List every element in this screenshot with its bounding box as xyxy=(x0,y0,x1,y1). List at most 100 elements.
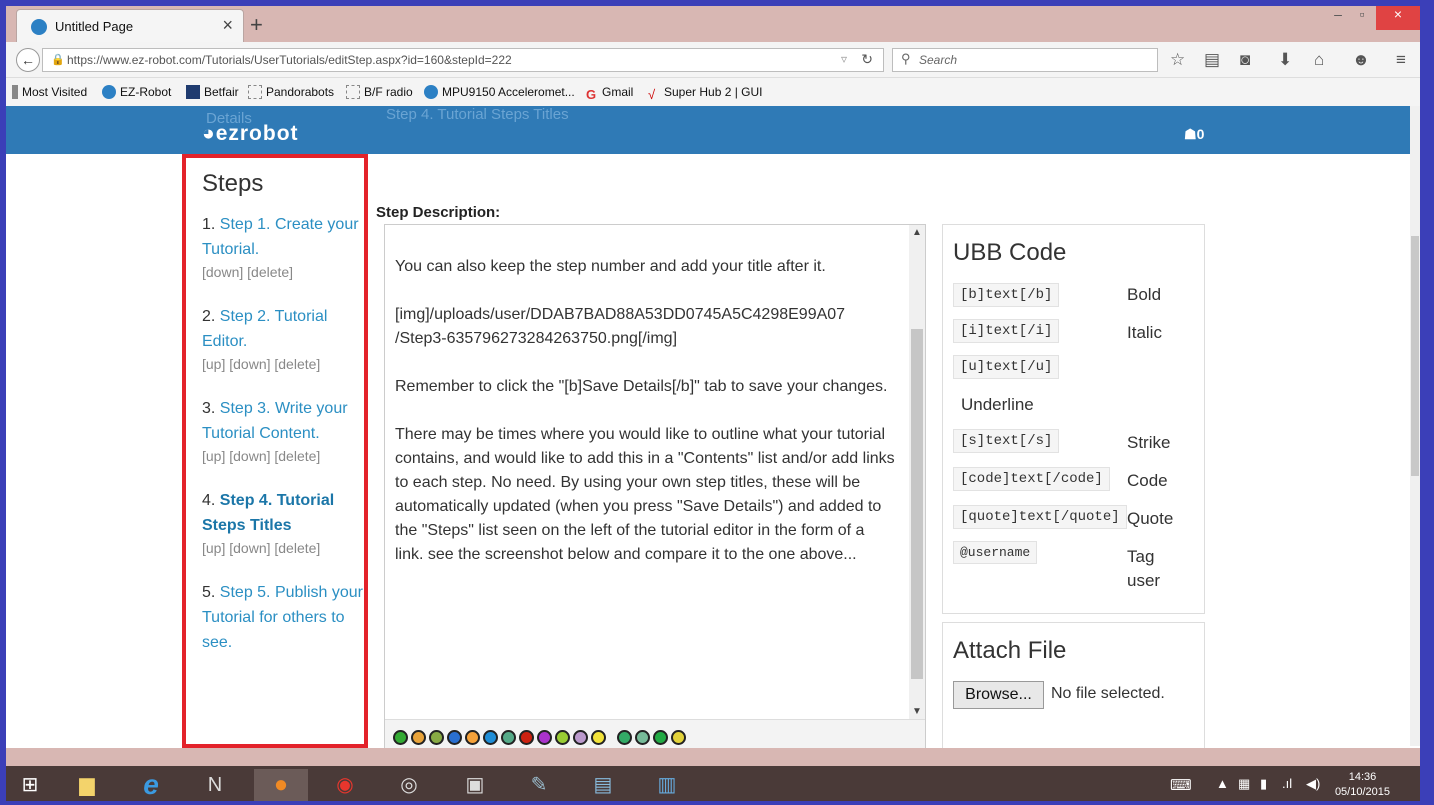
emoticon-icon[interactable] xyxy=(555,730,570,745)
minimize-icon[interactable]: – xyxy=(1328,6,1348,30)
emoticon-icon[interactable] xyxy=(537,730,552,745)
ezrobot-icon xyxy=(102,85,116,99)
bookmark-ez-robot[interactable]: EZ-Robot xyxy=(102,85,171,99)
ubb-label-italic: Italic xyxy=(1127,323,1162,342)
close-tab-icon[interactable]: × xyxy=(222,15,233,36)
step-item-3[interactable]: 3. Step 3. Write your Tutorial Content. xyxy=(202,396,364,446)
ubb-code-tag[interactable]: @username xyxy=(953,541,1038,564)
emoticon-icon[interactable] xyxy=(591,730,606,745)
tab-title: Untitled Page xyxy=(55,19,134,34)
ubb-code-strike[interactable]: [s]text[/s] xyxy=(953,429,1060,453)
site-header: Details Step 4. Tutorial Steps Titles ◕e… xyxy=(6,106,1410,154)
new-tab-icon[interactable]: + xyxy=(250,12,263,38)
maximize-icon[interactable]: ▫ xyxy=(1352,6,1372,30)
keyboard-icon[interactable]: ⌨ xyxy=(1170,776,1192,794)
step-description-text[interactable]: You can also keep the step number and ad… xyxy=(395,255,895,567)
page-scrollbar[interactable] xyxy=(1410,106,1420,746)
terminal-app-icon[interactable]: ▣ xyxy=(448,769,502,801)
menu-icon[interactable]: ≡ xyxy=(1396,50,1406,70)
download-icon[interactable]: ⬇ xyxy=(1278,50,1292,70)
action-center-icon[interactable]: ▦ xyxy=(1238,776,1250,792)
step-controls[interactable]: [down] [delete] xyxy=(202,264,364,280)
wifi-icon[interactable]: .ıl xyxy=(1282,776,1292,791)
chat-icon[interactable]: ☻ xyxy=(1352,50,1370,70)
emoticon-icon[interactable] xyxy=(617,730,632,745)
emoticon-icon[interactable] xyxy=(501,730,516,745)
bookmark-mpu9150[interactable]: MPU9150 Acceleromet... xyxy=(424,85,575,99)
step-controls[interactable]: [up] [down] [delete] xyxy=(202,540,364,556)
step-link[interactable]: Step 4. Tutorial Steps Titles xyxy=(202,492,334,534)
file-explorer-icon[interactable]: ▆ xyxy=(60,769,114,801)
bookmark-bf-radio[interactable]: B/F radio xyxy=(346,85,413,99)
emoticon-icon[interactable] xyxy=(465,730,480,745)
editor-scrollbar[interactable]: ▲ ▼ xyxy=(909,225,925,719)
ubb-code-bold[interactable]: [b]text[/b] xyxy=(953,283,1060,307)
firefox-icon[interactable]: ● xyxy=(254,769,308,801)
ubb-code-code[interactable]: [code]text[/code] xyxy=(953,467,1110,491)
emoticon-icon[interactable] xyxy=(411,730,426,745)
step-item-4[interactable]: 4. Step 4. Tutorial Steps Titles xyxy=(202,488,364,538)
scroll-up-icon[interactable]: ▲ xyxy=(912,227,922,238)
battery-icon[interactable]: ▮ xyxy=(1260,776,1267,792)
bookmark-betfair[interactable]: Betfair xyxy=(186,85,239,99)
step-item-1[interactable]: 1. Step 1. Create your Tutorial. xyxy=(202,212,364,262)
image-app-icon[interactable]: ▤ xyxy=(576,769,630,801)
reading-list-icon[interactable]: ▤ xyxy=(1204,50,1220,70)
google-icon: G xyxy=(586,87,597,102)
cart-icon: ☗ xyxy=(1184,126,1197,142)
browser-tab[interactable]: Untitled Page × xyxy=(16,9,244,42)
step-item-5[interactable]: 5. Step 5. Publish your Tutorial for oth… xyxy=(202,580,364,655)
music-app-icon[interactable]: ◉ xyxy=(318,769,372,801)
app-icon[interactable]: N xyxy=(188,769,242,801)
reload-icon[interactable]: ↻ xyxy=(861,51,873,68)
search-placeholder: Search xyxy=(919,53,958,67)
emoticon-icon[interactable] xyxy=(429,730,444,745)
emoticon-icon[interactable] xyxy=(519,730,534,745)
step-link[interactable]: Step 5. Publish your Tutorial for others… xyxy=(202,584,363,651)
back-icon[interactable]: ← xyxy=(16,48,40,72)
emoticon-icon[interactable] xyxy=(447,730,462,745)
ubb-code-quote[interactable]: [quote]text[/quote] xyxy=(953,505,1127,529)
emoticon-icon[interactable] xyxy=(671,730,686,745)
emoticon-icon[interactable] xyxy=(635,730,650,745)
scrollbar-thumb[interactable] xyxy=(911,329,923,679)
windows-start-icon[interactable]: ⊞ xyxy=(8,769,52,801)
step-link[interactable]: Step 3. Write your Tutorial Content. xyxy=(202,400,348,442)
camera-app-icon[interactable]: ◎ xyxy=(382,769,436,801)
window-app-icon[interactable]: ▥ xyxy=(640,769,694,801)
scrollbar-thumb[interactable] xyxy=(1411,236,1419,476)
step-controls[interactable]: [up] [down] [delete] xyxy=(202,448,364,464)
url-bar[interactable]: 🔒 https://www.ez-robot.com/Tutorials/Use… xyxy=(42,48,884,72)
bookmark-gmail[interactable]: G Gmail xyxy=(586,85,633,102)
ubb-code-underline[interactable]: [u]text[/u] xyxy=(953,355,1060,379)
step-link[interactable]: Step 1. Create your Tutorial. xyxy=(202,216,359,258)
volume-icon[interactable]: ◀) xyxy=(1306,776,1320,792)
chevron-down-icon[interactable]: ▿ xyxy=(841,52,847,66)
scroll-down-icon[interactable]: ▼ xyxy=(912,706,922,717)
emoticon-icon[interactable] xyxy=(393,730,408,745)
search-input[interactable]: ⚲ Search xyxy=(892,48,1158,72)
home-icon[interactable]: ⌂ xyxy=(1314,50,1324,70)
ezrobot-logo[interactable]: ◕ezrobot xyxy=(202,122,299,146)
close-window-icon[interactable]: × xyxy=(1376,6,1420,30)
ubb-code-italic[interactable]: [i]text[/i] xyxy=(953,319,1060,343)
bookmark-most-visited[interactable]: Most Visited xyxy=(12,85,87,99)
emoticon-icon[interactable] xyxy=(483,730,498,745)
tray-chevron-icon[interactable]: ▲ xyxy=(1216,776,1229,791)
browse-button[interactable]: Browse... xyxy=(953,681,1044,709)
system-clock[interactable]: 14:36 05/10/2015 xyxy=(1335,770,1390,800)
emoticon-icon[interactable] xyxy=(653,730,668,745)
pocket-icon[interactable]: ◙ xyxy=(1240,50,1250,70)
cart-button[interactable]: ☗0 xyxy=(1184,126,1204,143)
step-description-editor[interactable]: You can also keep the step number and ad… xyxy=(384,224,926,752)
step-controls[interactable]: [up] [down] [delete] xyxy=(202,356,364,372)
step-link[interactable]: Step 2. Tutorial Editor. xyxy=(202,308,327,350)
step-item-2[interactable]: 2. Step 2. Tutorial Editor. xyxy=(202,304,364,354)
bookmark-super-hub[interactable]: √ Super Hub 2 | GUI xyxy=(648,85,763,102)
emoticon-icon[interactable] xyxy=(573,730,588,745)
paint-app-icon[interactable]: ✎ xyxy=(512,769,566,801)
internet-explorer-icon[interactable]: e xyxy=(124,769,178,801)
bookmark-pandorabots[interactable]: Pandorabots xyxy=(248,85,334,99)
ezrobot-favicon-icon xyxy=(31,19,47,35)
bookmark-star-icon[interactable]: ☆ xyxy=(1170,50,1185,70)
